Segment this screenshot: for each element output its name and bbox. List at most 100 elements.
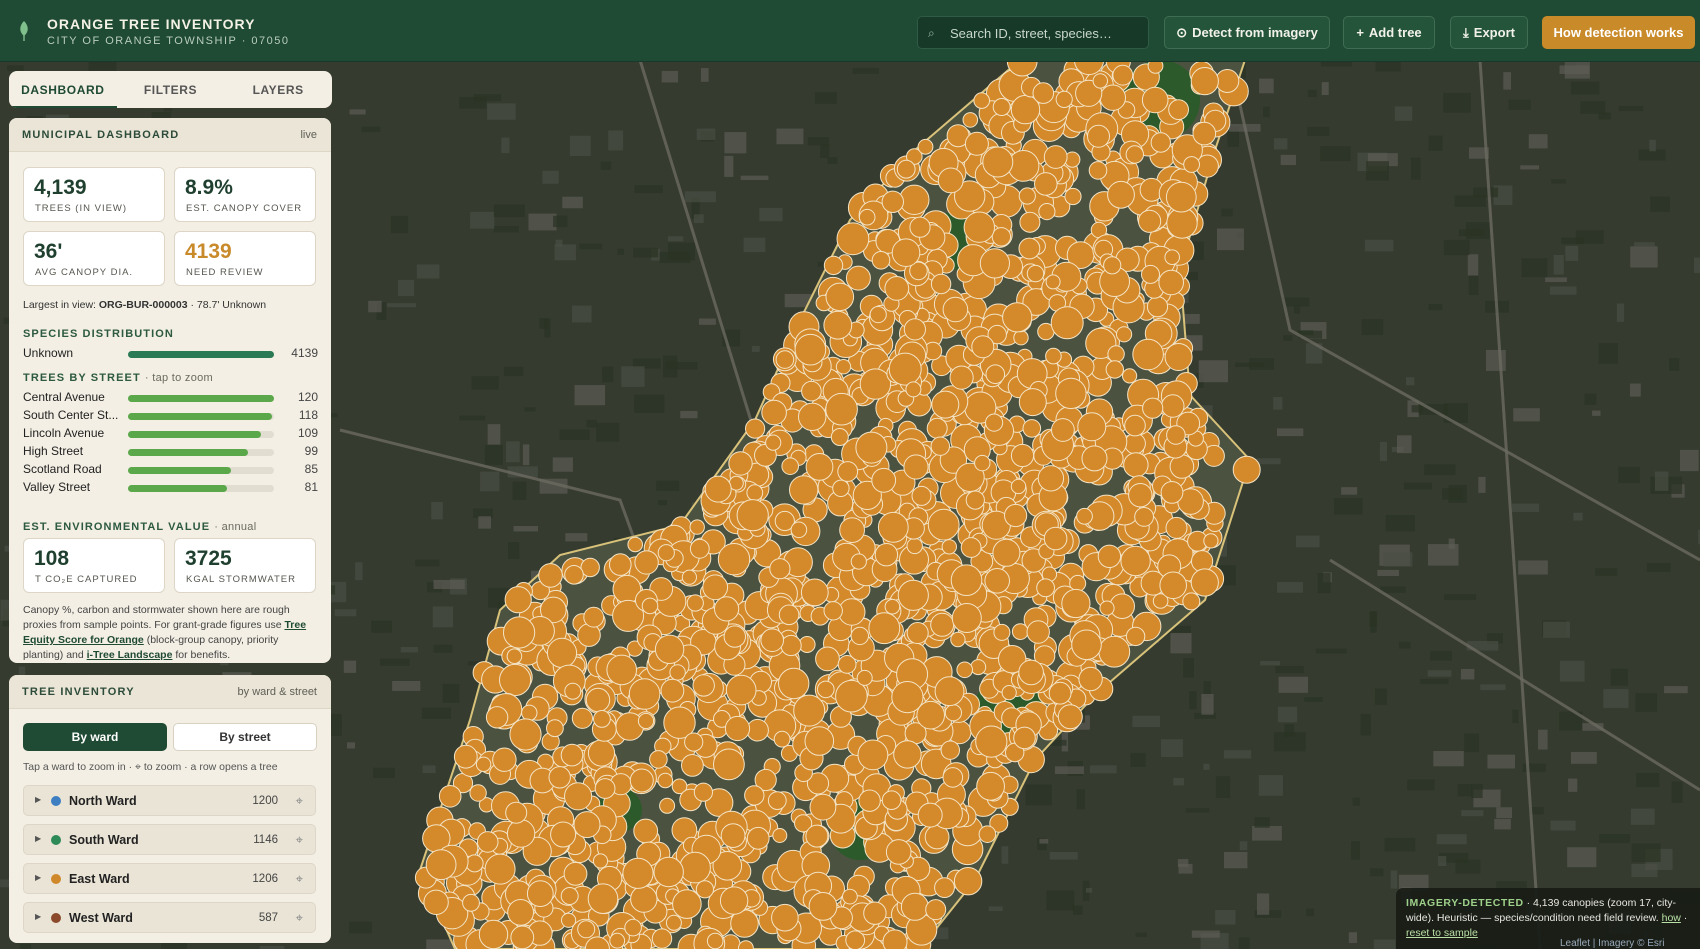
tree-canopy-marker[interactable] bbox=[837, 461, 859, 482]
tree-canopy-marker[interactable] bbox=[979, 248, 1011, 279]
tree-canopy-marker[interactable] bbox=[891, 238, 921, 267]
tree-canopy-marker[interactable] bbox=[492, 747, 517, 772]
tree-canopy-marker[interactable] bbox=[704, 475, 732, 503]
tree-canopy-marker[interactable] bbox=[1158, 269, 1184, 296]
tree-canopy-marker[interactable] bbox=[1078, 666, 1103, 692]
tree-canopy-marker[interactable] bbox=[1050, 306, 1084, 340]
tree-canopy-marker[interactable] bbox=[964, 131, 989, 156]
tree-canopy-marker[interactable] bbox=[775, 350, 795, 369]
tree-canopy-marker[interactable] bbox=[926, 417, 948, 439]
tree-canopy-marker[interactable] bbox=[538, 563, 563, 588]
tree-canopy-marker[interactable] bbox=[970, 659, 987, 676]
tree-canopy-marker[interactable] bbox=[823, 601, 843, 621]
tree-canopy-marker[interactable] bbox=[485, 706, 509, 729]
tree-canopy-marker[interactable] bbox=[1168, 99, 1189, 120]
tree-canopy-marker[interactable] bbox=[423, 889, 449, 915]
street-row[interactable]: Valley Street 81 bbox=[23, 480, 318, 496]
tree-canopy-marker[interactable] bbox=[521, 704, 538, 721]
tree-canopy-marker[interactable] bbox=[706, 932, 724, 949]
expand-triangle-icon[interactable]: ▶ bbox=[35, 834, 41, 843]
tree-canopy-marker[interactable] bbox=[1112, 64, 1134, 86]
tree-canopy-marker[interactable] bbox=[654, 634, 685, 664]
tree-canopy-marker[interactable] bbox=[1150, 132, 1172, 153]
tree-canopy-marker[interactable] bbox=[1105, 360, 1125, 379]
tree-canopy-marker[interactable] bbox=[842, 888, 858, 905]
tree-canopy-marker[interactable] bbox=[1161, 394, 1185, 418]
tree-canopy-marker[interactable] bbox=[1107, 345, 1125, 363]
tree-canopy-marker[interactable] bbox=[1092, 73, 1109, 89]
tree-canopy-marker[interactable] bbox=[526, 880, 554, 907]
tree-canopy-marker[interactable] bbox=[893, 740, 922, 769]
tree-canopy-marker[interactable] bbox=[453, 744, 478, 769]
tree-canopy-marker[interactable] bbox=[858, 789, 881, 812]
tree-canopy-marker[interactable] bbox=[934, 877, 955, 898]
street-row[interactable]: High Street 99 bbox=[23, 444, 318, 460]
tree-canopy-marker[interactable] bbox=[815, 646, 840, 672]
tree-canopy-marker[interactable] bbox=[1142, 397, 1164, 419]
tree-canopy-marker[interactable] bbox=[476, 831, 499, 853]
tree-canopy-marker[interactable] bbox=[1160, 481, 1184, 504]
tree-canopy-marker[interactable] bbox=[855, 431, 888, 464]
tree-canopy-marker[interactable] bbox=[1164, 343, 1193, 371]
tree-canopy-marker[interactable] bbox=[713, 748, 745, 781]
tree-canopy-marker[interactable] bbox=[801, 380, 822, 402]
tree-canopy-marker[interactable] bbox=[900, 892, 929, 921]
tree-canopy-marker[interactable] bbox=[1159, 571, 1187, 600]
tree-canopy-marker[interactable] bbox=[736, 499, 769, 532]
tree-canopy-marker[interactable] bbox=[564, 565, 584, 585]
tree-canopy-marker[interactable] bbox=[930, 612, 955, 637]
tree-canopy-marker[interactable] bbox=[563, 861, 588, 886]
tree-canopy-marker[interactable] bbox=[1076, 507, 1093, 525]
tree-canopy-marker[interactable] bbox=[951, 603, 982, 633]
tree-canopy-marker[interactable] bbox=[974, 454, 991, 472]
tree-canopy-marker[interactable] bbox=[717, 543, 751, 576]
tree-canopy-marker[interactable] bbox=[825, 392, 858, 426]
tree-canopy-marker[interactable] bbox=[560, 887, 579, 905]
tree-canopy-marker[interactable] bbox=[982, 146, 1014, 178]
tree-canopy-marker[interactable] bbox=[624, 918, 642, 937]
tree-canopy-marker[interactable] bbox=[953, 867, 983, 896]
tree-canopy-marker[interactable] bbox=[1141, 264, 1160, 284]
tree-canopy-marker[interactable] bbox=[911, 485, 932, 506]
tree-canopy-marker[interactable] bbox=[1077, 412, 1107, 442]
tree-canopy-marker[interactable] bbox=[714, 596, 740, 622]
tree-canopy-marker[interactable] bbox=[906, 537, 923, 555]
tree-canopy-marker[interactable] bbox=[478, 919, 509, 949]
tree-canopy-marker[interactable] bbox=[1166, 425, 1186, 445]
tree-canopy-marker[interactable] bbox=[1098, 635, 1131, 668]
tree-canopy-marker[interactable] bbox=[881, 790, 902, 811]
tree-canopy-marker[interactable] bbox=[746, 718, 769, 742]
tree-canopy-marker[interactable] bbox=[583, 606, 605, 628]
by-ward-toggle[interactable]: By ward bbox=[23, 723, 167, 751]
tree-canopy-marker[interactable] bbox=[1087, 124, 1110, 148]
tree-canopy-marker[interactable] bbox=[899, 184, 930, 216]
tree-canopy-marker[interactable] bbox=[1036, 578, 1055, 598]
tree-canopy-marker[interactable] bbox=[571, 707, 594, 729]
tree-canopy-marker[interactable] bbox=[888, 352, 922, 386]
tree-canopy-marker[interactable] bbox=[1037, 465, 1065, 492]
tree-canopy-marker[interactable] bbox=[909, 216, 931, 238]
tree-canopy-marker[interactable] bbox=[745, 418, 766, 439]
street-row[interactable]: Scotland Road 85 bbox=[23, 462, 318, 478]
tree-canopy-marker[interactable] bbox=[1141, 86, 1169, 114]
tree-canopy-marker[interactable] bbox=[1128, 483, 1153, 508]
tree-canopy-marker[interactable] bbox=[975, 725, 1008, 758]
crosshair-zoom-icon[interactable]: ⌖ bbox=[296, 871, 303, 887]
street-row[interactable]: South Center St... 118 bbox=[23, 408, 318, 424]
tree-canopy-marker[interactable] bbox=[498, 663, 532, 697]
tree-canopy-marker[interactable] bbox=[992, 98, 1011, 116]
tree-canopy-marker[interactable] bbox=[728, 451, 753, 476]
tree-canopy-marker[interactable] bbox=[548, 766, 571, 789]
tree-canopy-marker[interactable] bbox=[790, 521, 808, 539]
tree-canopy-marker[interactable] bbox=[587, 739, 616, 767]
street-row[interactable]: Lincoln Avenue 109 bbox=[23, 426, 318, 442]
tree-canopy-marker[interactable] bbox=[609, 932, 626, 949]
tree-canopy-marker[interactable] bbox=[1034, 172, 1058, 196]
tree-canopy-marker[interactable] bbox=[546, 637, 578, 669]
tree-canopy-marker[interactable] bbox=[1048, 681, 1072, 705]
tree-canopy-marker[interactable] bbox=[778, 604, 800, 626]
tree-canopy-marker[interactable] bbox=[692, 674, 715, 697]
tree-canopy-marker[interactable] bbox=[858, 208, 876, 226]
tree-canopy-marker[interactable] bbox=[725, 674, 757, 706]
tree-canopy-marker[interactable] bbox=[940, 740, 960, 760]
